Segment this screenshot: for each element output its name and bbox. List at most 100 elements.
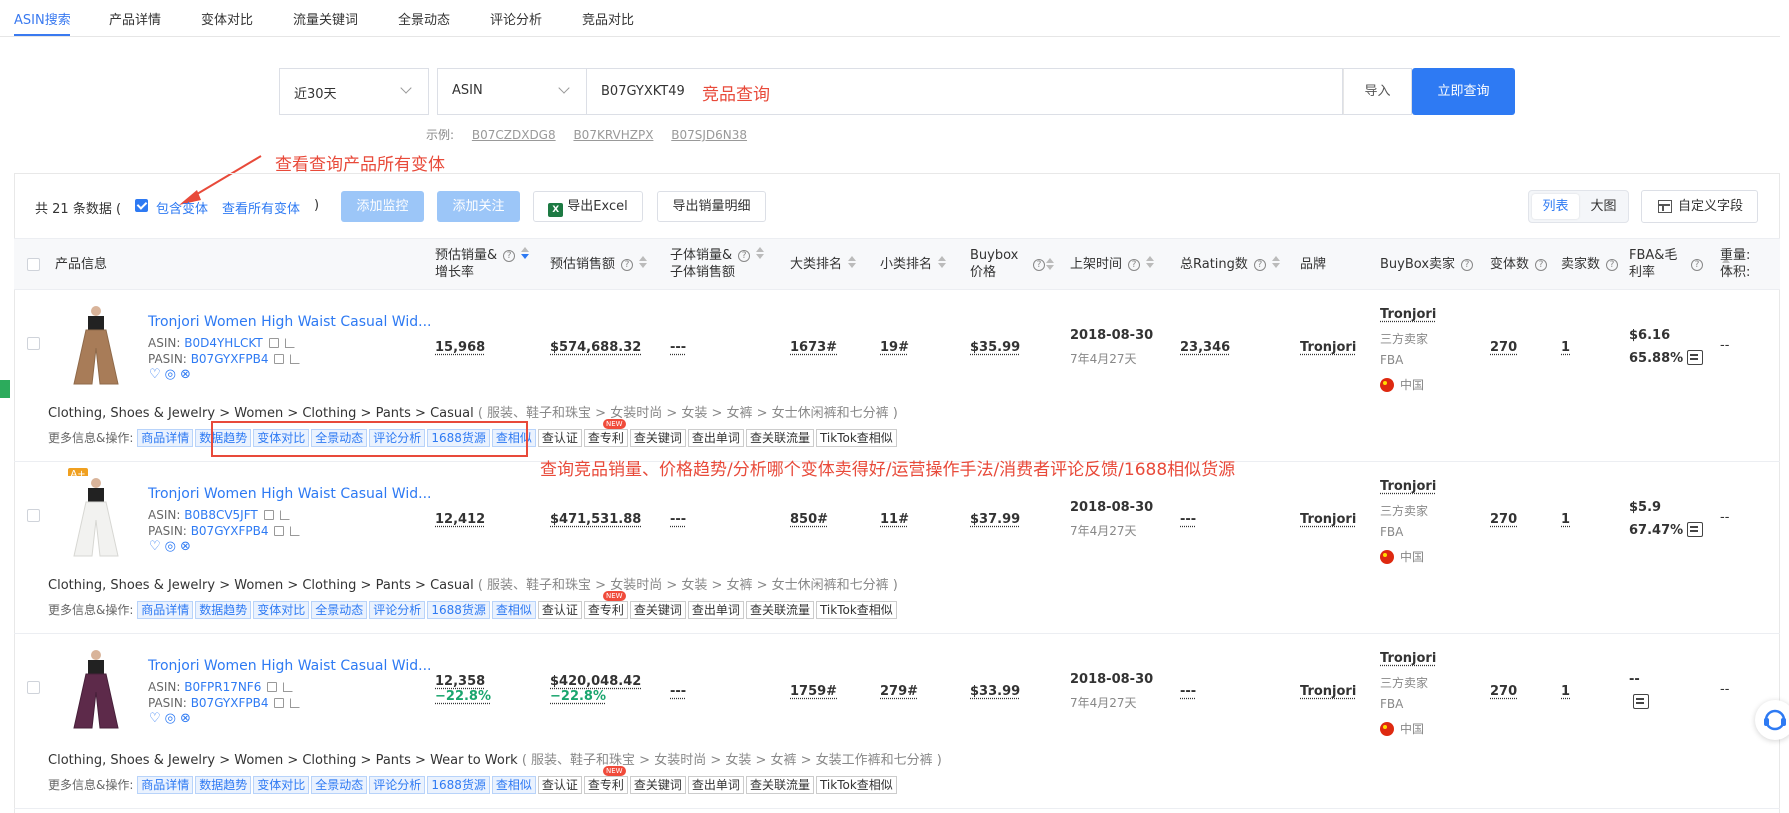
- row-checkbox[interactable]: [27, 681, 40, 694]
- variant-count[interactable]: 270: [1490, 512, 1517, 527]
- op-button[interactable]: 查关键词: [629, 776, 686, 794]
- tab-traffic-keywords[interactable]: 流量关键词: [293, 9, 358, 28]
- copy-icon[interactable]: [268, 338, 279, 348]
- seller-count[interactable]: 1: [1561, 340, 1570, 355]
- op-button[interactable]: 查相似: [491, 776, 536, 794]
- tab-competitor-compare[interactable]: 竞品对比: [582, 9, 634, 28]
- badge-icon[interactable]: ◎: [165, 367, 180, 382]
- tab-variant-compare[interactable]: 变体对比: [201, 9, 253, 28]
- product-title-link[interactable]: Tronjori Women High Waist Casual Wid...: [148, 314, 431, 330]
- compare-icon[interactable]: ⊗: [180, 367, 195, 382]
- export-excel-button[interactable]: X 导出Excel: [533, 191, 643, 222]
- product-thumbnail[interactable]: [52, 304, 140, 388]
- col-fba-margin[interactable]: FBA&毛 利率: [1629, 247, 1677, 281]
- calculator-icon[interactable]: [1687, 350, 1704, 365]
- col-buybox-price[interactable]: Buybox 价格: [970, 247, 1018, 281]
- op-button[interactable]: 查关联流量: [745, 776, 814, 794]
- copy-icon[interactable]: [274, 354, 285, 364]
- est-sales[interactable]: 15,968: [435, 340, 485, 355]
- op-button[interactable]: 商品详情: [137, 429, 194, 447]
- row-checkbox[interactable]: [27, 509, 40, 522]
- view-list-option[interactable]: 列表: [1532, 194, 1579, 219]
- col-sub-rank[interactable]: 小类排名: [880, 256, 947, 273]
- external-link-icon[interactable]: [283, 682, 294, 692]
- example-link[interactable]: B07CZDXDG8: [472, 128, 556, 142]
- heart-icon[interactable]: ♡: [149, 367, 165, 382]
- heart-icon[interactable]: ♡: [149, 539, 165, 554]
- product-title-link[interactable]: Tronjori Women High Waist Casual Wid...: [148, 486, 431, 502]
- col-main-rank[interactable]: 大类排名: [790, 256, 857, 273]
- calculator-icon[interactable]: [1633, 694, 1649, 709]
- sub-rank[interactable]: 279#: [880, 684, 918, 699]
- op-button[interactable]: 查专利: [583, 776, 628, 794]
- brand-link[interactable]: Tronjori: [1300, 684, 1356, 699]
- add-follow-button[interactable]: 添加关注: [437, 191, 520, 222]
- main-rank[interactable]: 1759#: [790, 684, 837, 699]
- view-big-option[interactable]: 大图: [1580, 194, 1627, 219]
- col-est-revenue[interactable]: 预估销售额?: [550, 256, 648, 273]
- asin-value[interactable]: B0D4YHLCKT: [184, 336, 262, 350]
- main-rank[interactable]: 850#: [790, 512, 828, 527]
- op-button[interactable]: 查专利: [583, 601, 628, 619]
- add-monitor-button[interactable]: 添加监控: [341, 191, 424, 222]
- external-link-icon[interactable]: [279, 510, 290, 520]
- buybox-price[interactable]: $35.99: [970, 340, 1020, 355]
- col-child-sales[interactable]: 子体销量&? 子体销售额: [670, 247, 765, 281]
- custom-fields-button[interactable]: 自定义字段: [1641, 190, 1758, 223]
- op-button[interactable]: 查出单词: [687, 776, 744, 794]
- op-button[interactable]: 查关键词: [629, 601, 686, 619]
- rating-count[interactable]: ---: [1180, 684, 1196, 699]
- op-button[interactable]: 查出单词: [687, 429, 744, 447]
- tab-asin-search[interactable]: ASIN搜索: [14, 9, 71, 28]
- op-button[interactable]: TikTok查相似: [815, 429, 897, 447]
- external-link-icon[interactable]: [290, 354, 301, 364]
- sub-rank[interactable]: 19#: [880, 340, 909, 355]
- op-button[interactable]: 查专利: [583, 429, 628, 447]
- est-sales[interactable]: 12,412: [435, 512, 485, 527]
- search-type-select[interactable]: ASIN: [437, 68, 587, 115]
- op-button[interactable]: 评论分析: [369, 601, 426, 619]
- seller-link[interactable]: Tronjori: [1380, 307, 1436, 322]
- import-button[interactable]: 导入: [1343, 68, 1412, 115]
- seller-count[interactable]: 1: [1561, 512, 1570, 527]
- op-button[interactable]: 查认证: [537, 429, 582, 447]
- col-listed[interactable]: 上架时间?: [1070, 256, 1155, 273]
- asin-value[interactable]: B0FPR17NF6: [184, 680, 261, 694]
- op-button[interactable]: 查关键词: [629, 429, 686, 447]
- est-revenue[interactable]: $420,048.42 −22.8%: [550, 674, 641, 704]
- compare-icon[interactable]: ⊗: [180, 539, 195, 554]
- export-sales-button[interactable]: 导出销量明细: [657, 191, 766, 222]
- variant-count[interactable]: 270: [1490, 684, 1517, 699]
- sub-rank[interactable]: 11#: [880, 512, 909, 527]
- copy-icon[interactable]: [274, 526, 285, 536]
- op-button[interactable]: TikTok查相似: [815, 776, 897, 794]
- tab-panorama[interactable]: 全景动态: [398, 9, 450, 28]
- est-revenue[interactable]: $471,531.88: [550, 512, 641, 527]
- op-button[interactable]: 1688货源: [427, 776, 490, 794]
- copy-icon[interactable]: [263, 510, 274, 520]
- pasin-value[interactable]: B07GYXFPB4: [191, 352, 269, 366]
- row-checkbox[interactable]: [27, 337, 40, 350]
- op-button[interactable]: 数据趋势: [195, 601, 252, 619]
- support-chat-icon[interactable]: [1755, 700, 1789, 740]
- select-all-checkbox[interactable]: [27, 258, 40, 271]
- child-sales[interactable]: ---: [670, 684, 686, 699]
- op-button[interactable]: 1688货源: [427, 601, 490, 619]
- brand-link[interactable]: Tronjori: [1300, 340, 1356, 355]
- copy-icon[interactable]: [274, 698, 285, 708]
- pasin-value[interactable]: B07GYXFPB4: [191, 696, 269, 710]
- op-button[interactable]: 商品详情: [137, 776, 194, 794]
- est-sales[interactable]: 12,358 −22.8%: [435, 674, 491, 704]
- tab-product-detail[interactable]: 产品详情: [109, 9, 161, 28]
- example-link[interactable]: B07SJD6N38: [671, 128, 747, 142]
- op-button[interactable]: 查相似: [491, 601, 536, 619]
- op-button[interactable]: 变体对比: [253, 601, 310, 619]
- include-variants-checkbox[interactable]: [135, 199, 148, 212]
- variant-count[interactable]: 270: [1490, 340, 1517, 355]
- brand-link[interactable]: Tronjori: [1300, 512, 1356, 527]
- include-variants-label[interactable]: 包含变体: [156, 198, 208, 217]
- seller-count[interactable]: 1: [1561, 684, 1570, 699]
- rating-count[interactable]: ---: [1180, 512, 1196, 527]
- copy-icon[interactable]: [267, 682, 278, 692]
- heart-icon[interactable]: ♡: [149, 711, 165, 726]
